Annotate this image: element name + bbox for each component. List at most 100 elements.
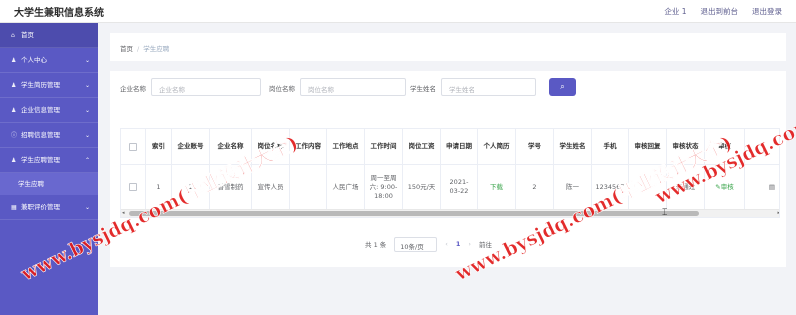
sidebar-item-application[interactable]: ♟ 学生应聘管理 ⌃ <box>0 148 98 173</box>
sidebar-subitem-application[interactable]: 学生应聘 <box>0 173 98 195</box>
search-button[interactable]: ⌕ <box>549 78 576 96</box>
more-actions-cell: ▤ <box>745 165 779 209</box>
sidebar-item-company[interactable]: ♟ 企业信息管理 ⌄ <box>0 98 98 123</box>
sidebar-item-profile[interactable]: ♟ 个人中心 ⌄ <box>0 48 98 73</box>
breadcrumb-current: 学生应聘 <box>143 45 170 53</box>
page-size-select[interactable]: 10条/页 <box>394 236 438 252</box>
column-header: 岗位工资 <box>403 129 441 164</box>
audit-label: 审核 <box>720 182 734 191</box>
cell-content <box>290 165 327 209</box>
audit-button[interactable]: ✎ 审核 <box>705 165 745 209</box>
cell-student-name: 陈一 <box>554 165 592 209</box>
select-all-checkbox[interactable] <box>129 142 137 151</box>
row-select-cell <box>121 165 146 209</box>
sidebar-item-home[interactable]: ⌂ 首页 <box>0 23 98 48</box>
column-header: 工作时间 <box>365 129 403 164</box>
company-name-label: 企业名称 <box>120 85 146 93</box>
chevron-down-icon: ⌄ <box>84 107 90 114</box>
home-icon: ⌂ <box>11 32 15 39</box>
page-size-value: 10条/页 <box>400 242 424 251</box>
cell-student-no: 2 <box>516 165 554 209</box>
student-name-input[interactable]: 学生姓名 <box>441 78 536 96</box>
sidebar-item-resume[interactable]: ♟ 学生简历管理 ⌄ <box>0 73 98 98</box>
user-icon: ♟ <box>11 157 17 164</box>
sidebar-item-label: 首页 <box>21 31 34 39</box>
column-header: 学生姓名 <box>554 129 592 164</box>
chevron-down-icon: ⌄ <box>84 57 90 64</box>
cell-location: 人民广场 <box>327 165 365 209</box>
select-all-cell <box>121 129 146 164</box>
table-header: 索引 企业账号 企业名称 岗位名称 工作内容 工作地点 工作时间 岗位工资 申请… <box>121 129 779 165</box>
data-table: 索引 企业账号 企业名称 岗位名称 工作内容 工作地点 工作时间 岗位工资 申请… <box>120 128 780 218</box>
prev-page-button[interactable]: ‹ <box>445 240 448 248</box>
info-icon: ⓘ <box>11 132 18 139</box>
chevron-up-icon: ⌃ <box>84 157 90 164</box>
sidebar: ⌂ 首页 ♟ 个人中心 ⌄ ♟ 学生简历管理 ⌄ ♟ 企业信息管理 ⌄ ⓘ 招聘信息管理 … <box>0 23 98 315</box>
column-header: 学号 <box>516 129 554 164</box>
scrollbar-thumb[interactable] <box>129 211 699 216</box>
grid-icon: ▦ <box>11 204 17 211</box>
content-card: 企业名称 企业名称 岗位名称 岗位名称 学生姓名 学生姓名 ⌕ 索引 企业账号 … <box>110 71 786 267</box>
column-header: 工作地点 <box>327 129 365 164</box>
user-icon: ♟ <box>11 82 17 89</box>
app-title: 大学生兼职信息系统 <box>14 8 104 19</box>
breadcrumb-separator: / <box>137 45 140 53</box>
scroll-left-icon[interactable]: ◂ <box>122 210 125 216</box>
resume-download-link[interactable]: 下载 <box>478 165 516 209</box>
row-checkbox[interactable] <box>129 183 137 191</box>
chevron-down-icon: ⌄ <box>84 204 90 211</box>
cell-reply <box>629 165 667 209</box>
pagination: 共 1 条 10条/页 ‹ 1 › 前往 <box>365 236 492 252</box>
detail-icon[interactable]: ▤ <box>769 183 775 192</box>
cell-index: 1 <box>146 165 172 209</box>
sidebar-item-label: 学生应聘管理 <box>21 156 60 164</box>
sidebar-item-evaluation[interactable]: ▦ 兼职评价管理 ⌄ <box>0 195 98 220</box>
column-header: 申请日期 <box>441 129 478 164</box>
position-name-input[interactable]: 岗位名称 <box>300 78 406 96</box>
cell-salary: 150元/天 <box>403 165 441 209</box>
search-icon: ⌕ <box>560 82 565 91</box>
sidebar-item-label: 兼职评价管理 <box>21 203 60 211</box>
cell-apply-date: 2021-03-22 <box>441 165 478 209</box>
column-header: 企业账号 <box>172 129 210 164</box>
cell-position: 宣传人员 <box>252 165 290 209</box>
sidebar-item-label: 招聘信息管理 <box>21 131 60 139</box>
front-exit-link[interactable]: 退出到前台 <box>701 6 739 17</box>
goto-page-label: 前往 <box>479 241 493 249</box>
sidebar-item-label: 个人中心 <box>21 56 47 64</box>
horizontal-scrollbar[interactable]: ◂ ▸ <box>121 209 779 217</box>
column-header: 审核回复 <box>629 129 667 164</box>
pagination-total: 共 1 条 <box>365 241 387 249</box>
breadcrumb-home[interactable]: 首页 <box>120 45 133 53</box>
column-header: 审核 <box>705 129 745 164</box>
cell-phone: 1234567 <box>592 165 629 209</box>
company-name-input[interactable]: 企业名称 <box>151 78 261 96</box>
scroll-right-icon[interactable]: ▸ <box>777 210 779 216</box>
page-number-current[interactable]: 1 <box>456 240 461 248</box>
user-menu-link[interactable]: 企业 1 <box>664 6 686 17</box>
top-links: 企业 1 退出到前台 退出登录 <box>664 6 782 17</box>
column-header: 索引 <box>146 129 172 164</box>
table-row[interactable]: 1 1 香雪制药 宣传人员 人民广场 周一至周六: 9:00-18:00 150… <box>121 165 779 209</box>
cell-company-name: 香雪制药 <box>210 165 252 209</box>
user-icon: ♟ <box>11 107 17 114</box>
chevron-down-icon: ⌄ <box>84 132 90 139</box>
column-header: 个人简历 <box>478 129 516 164</box>
sidebar-item-label: 企业信息管理 <box>21 106 60 114</box>
cell-status: 未通过 <box>667 165 705 209</box>
position-name-label: 岗位名称 <box>269 85 295 93</box>
cell-work-time: 周一至周六: 9:00-18:00 <box>365 165 403 209</box>
column-header: 审核状态 <box>667 129 705 164</box>
column-header: 企业名称 <box>210 129 252 164</box>
breadcrumb: 首页 / 学生应聘 <box>110 33 786 61</box>
student-name-label: 学生姓名 <box>410 85 436 93</box>
sidebar-item-label: 学生简历管理 <box>21 81 60 89</box>
logout-link[interactable]: 退出登录 <box>752 6 782 17</box>
column-header: 手机 <box>592 129 629 164</box>
search-form: 企业名称 企业名称 岗位名称 岗位名称 学生姓名 学生姓名 ⌕ <box>120 78 780 98</box>
main-content: 首页 / 学生应聘 企业名称 企业名称 岗位名称 岗位名称 学生姓名 学生姓名 ⌕ … <box>110 33 786 267</box>
sidebar-item-recruit[interactable]: ⓘ 招聘信息管理 ⌄ <box>0 123 98 148</box>
next-page-button[interactable]: › <box>468 240 471 248</box>
column-header: 岗位名称 <box>252 129 290 164</box>
user-icon: ♟ <box>11 57 17 64</box>
